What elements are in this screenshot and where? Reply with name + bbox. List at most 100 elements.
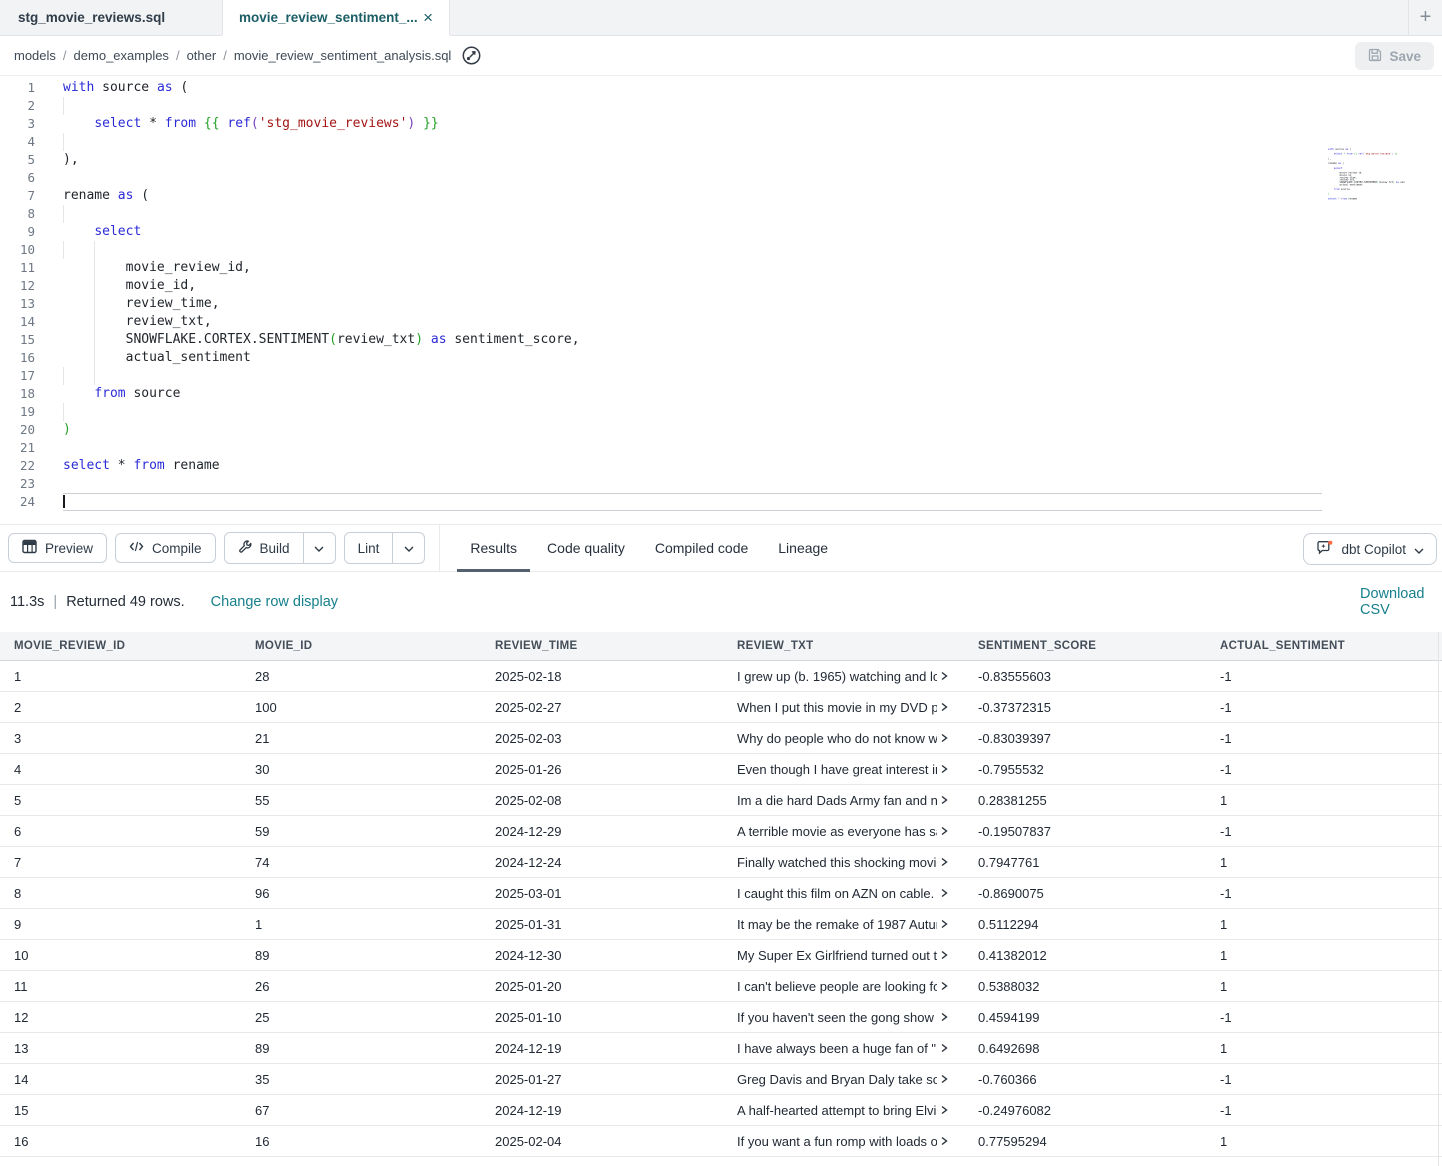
file-tab-stg-movie-reviews[interactable]: stg_movie_reviews.sql (0, 0, 222, 35)
breadcrumb-segment[interactable]: other (187, 48, 217, 63)
breadcrumb-segment[interactable]: demo_examples (74, 48, 169, 63)
expand-cell-icon[interactable] (939, 1043, 949, 1053)
table-cell: 1 (0, 661, 241, 691)
new-tab-button[interactable]: + (1408, 0, 1442, 35)
results-panel-tab-code-quality[interactable]: Code quality (534, 525, 638, 571)
expand-cell-icon[interactable] (939, 826, 949, 836)
column-header-sentiment_score[interactable]: SENTIMENT_SCORE (964, 640, 1206, 652)
expand-cell-icon[interactable] (939, 919, 949, 929)
table-cell: 35 (241, 1064, 481, 1094)
build-button[interactable]: Build (225, 533, 303, 563)
table-cell: 3 (0, 723, 241, 753)
code-text: select * from {{ ref('stg_movie_reviews'… (63, 115, 439, 133)
code-line[interactable]: 22select * from rename (0, 457, 1442, 475)
expand-cell-icon[interactable] (939, 795, 949, 805)
build-dropdown-button[interactable] (303, 533, 335, 563)
download-csv-link[interactable]: Download CSV (1360, 586, 1442, 618)
preview-button[interactable]: Preview (8, 533, 107, 563)
code-line[interactable]: 8 (0, 205, 1442, 223)
expand-cell-icon[interactable] (939, 981, 949, 991)
line-number: 18 (0, 385, 35, 403)
code-line[interactable]: 5), (0, 151, 1442, 169)
code-line[interactable]: 17 (0, 367, 1442, 385)
wrench-icon (238, 540, 252, 557)
table-cell: 2025-01-20 (481, 971, 723, 1001)
expand-cell-icon[interactable] (939, 733, 949, 743)
table-cell: 0.4594199 (964, 1002, 1206, 1032)
expand-cell-icon[interactable] (939, 702, 949, 712)
expand-cell-icon[interactable] (939, 950, 949, 960)
code-line[interactable]: 13 review_time, (0, 295, 1442, 313)
expand-cell-icon[interactable] (939, 1074, 949, 1084)
code-line[interactable]: 2 (0, 97, 1442, 115)
code-line[interactable]: 19 (0, 403, 1442, 421)
minimap-line: select * from {{ ref('stg_movie_reviews'… (1328, 153, 1405, 155)
code-line[interactable]: 21 (0, 439, 1442, 457)
line-number: 24 (0, 493, 35, 511)
results-panel-tab-lineage[interactable]: Lineage (765, 525, 841, 571)
table-cell: 55 (241, 785, 481, 815)
code-line[interactable]: 3 select * from {{ ref('stg_movie_review… (0, 115, 1442, 133)
lint-split-button: Lint (344, 532, 426, 564)
compile-button[interactable]: Compile (115, 533, 216, 563)
table-cell: 1 (1206, 1157, 1442, 1166)
code-line[interactable]: 6 (0, 169, 1442, 187)
code-line[interactable]: 10 (0, 241, 1442, 259)
table-cell: I grew up (b. 1965) watching and lovin… (723, 661, 964, 691)
table-cell: 0.77595294 (964, 1126, 1206, 1156)
code-line[interactable]: 15 SNOWFLAKE.CORTEX.SENTIMENT(review_txt… (0, 331, 1442, 349)
code-line[interactable]: 23 (0, 475, 1442, 493)
review-text: I can't believe people are looking for a… (737, 979, 937, 994)
column-header-actual_sentiment[interactable]: ACTUAL_SENTIMENT (1206, 640, 1442, 652)
table-cell: 8 (0, 878, 241, 908)
editor-minimap[interactable]: with source as ( select * from {{ ref('s… (1328, 148, 1405, 205)
column-header-movie_review_id[interactable]: MOVIE_REVIEW_ID (0, 640, 241, 652)
code-text: actual_sentiment (63, 349, 251, 367)
sql-code-editor[interactable]: 1with source as (23 select * from {{ ref… (0, 76, 1442, 524)
close-tab-icon[interactable]: × (423, 9, 433, 26)
breadcrumb-segment[interactable]: models (14, 48, 56, 63)
code-line[interactable]: 20) (0, 421, 1442, 439)
review-text: Why do people who do not know what… (737, 731, 937, 746)
code-line[interactable]: 24 (0, 493, 1442, 511)
code-line[interactable]: 16 actual_sentiment (0, 349, 1442, 367)
results-panel-tab-results[interactable]: Results (457, 525, 530, 571)
expand-cell-icon[interactable] (939, 857, 949, 867)
indent-guide (63, 205, 64, 223)
code-line[interactable]: 18 from source (0, 385, 1442, 403)
expand-cell-icon[interactable] (939, 1136, 949, 1146)
expand-cell-icon[interactable] (939, 888, 949, 898)
column-header-review_txt[interactable]: REVIEW_TXT (723, 640, 964, 652)
expand-cell-icon[interactable] (939, 1105, 949, 1115)
returned-rows-text: Returned 49 rows. (66, 594, 184, 610)
code-line[interactable]: 4 (0, 133, 1442, 151)
expand-cell-icon[interactable] (939, 764, 949, 774)
code-line[interactable]: 9 select (0, 223, 1442, 241)
dbt-copilot-button[interactable]: dbt Copilot (1303, 533, 1437, 565)
file-navigate-icon[interactable] (461, 45, 482, 66)
results-panel-tab-compiled-code[interactable]: Compiled code (642, 525, 761, 571)
code-line[interactable]: 7rename as ( (0, 187, 1442, 205)
save-button[interactable]: Save (1355, 42, 1434, 70)
code-line[interactable]: 11 movie_review_id, (0, 259, 1442, 277)
table-row: 17992024-12-21I really wanted to be able… (0, 1157, 1442, 1166)
table-row: 16162025-02-04If you want a fun romp wit… (0, 1126, 1442, 1157)
breadcrumb-segment[interactable]: movie_review_sentiment_analysis.sql (234, 48, 452, 63)
column-header-review_time[interactable]: REVIEW_TIME (481, 640, 723, 652)
expand-cell-icon[interactable] (939, 1012, 949, 1022)
code-line[interactable]: 1with source as ( (0, 79, 1442, 97)
lint-dropdown-button[interactable] (392, 533, 424, 563)
table-row: 912025-01-31It may be the remake of 1987… (0, 909, 1442, 940)
table-cell: 2025-02-04 (481, 1126, 723, 1156)
code-line[interactable]: 14 review_txt, (0, 313, 1442, 331)
line-number: 21 (0, 439, 35, 457)
column-header-movie_id[interactable]: MOVIE_ID (241, 640, 481, 652)
results-table-body: 1282025-02-18I grew up (b. 1965) watchin… (0, 661, 1442, 1166)
expand-cell-icon[interactable] (939, 671, 949, 681)
file-tab-movie-review-sentiment[interactable]: movie_review_sentiment_... × (222, 0, 450, 35)
change-row-display-link[interactable]: Change row display (211, 594, 338, 610)
file-tab-label: stg_movie_reviews.sql (18, 10, 165, 25)
lint-button[interactable]: Lint (345, 533, 393, 563)
code-line[interactable]: 12 movie_id, (0, 277, 1442, 295)
line-number: 10 (0, 241, 35, 259)
